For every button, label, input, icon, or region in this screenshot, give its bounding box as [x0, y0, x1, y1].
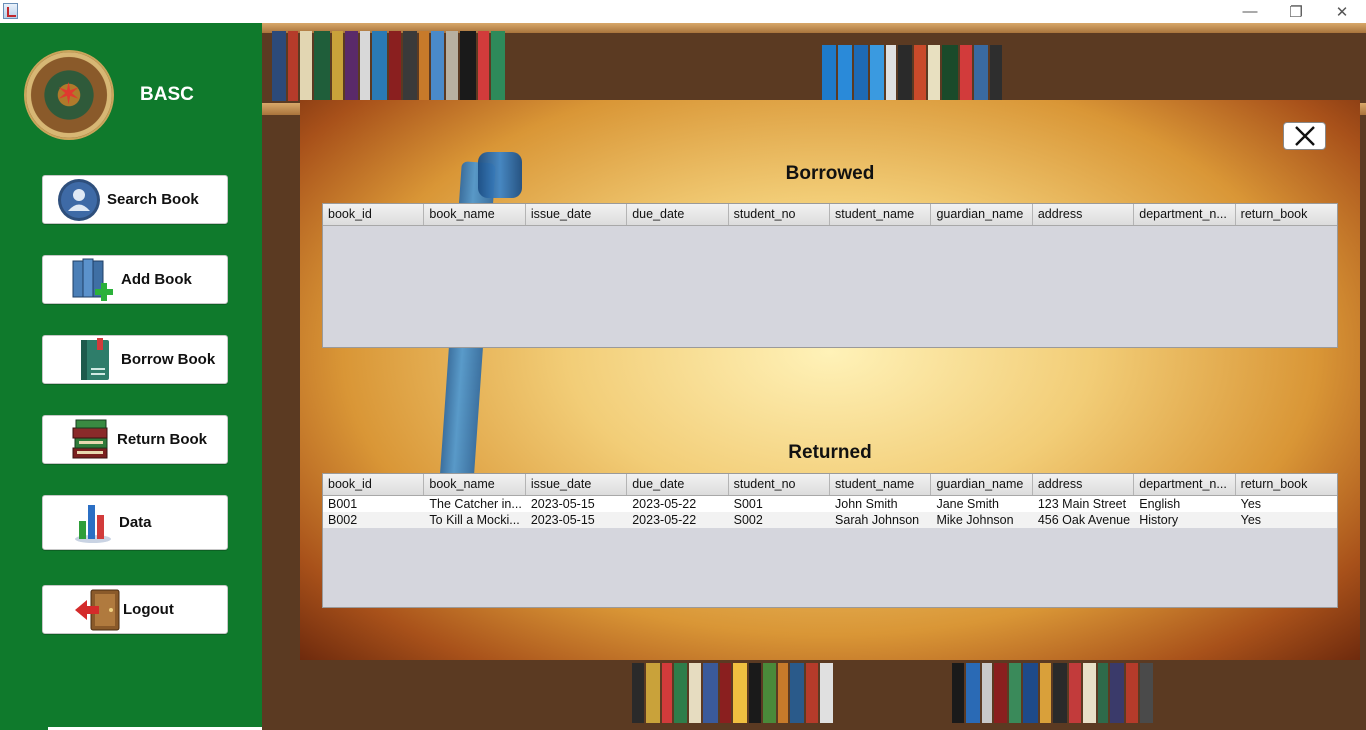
returned-title: Returned [788, 442, 872, 463]
search-book-button[interactable]: Search Book [42, 175, 228, 224]
table-cell: Mike Johnson [936, 513, 1014, 527]
java-app-icon [3, 3, 18, 19]
table-cell: S002 [733, 513, 763, 527]
borrow-book-label: Borrow Book [121, 351, 216, 368]
returned-table-body: B001 The Catcher in... 2023-05-15 2023-05-2… [323, 496, 1337, 528]
column-header[interactable]: issue_date [526, 204, 628, 225]
column-header[interactable]: due_date [627, 474, 729, 495]
add-book-icon [72, 258, 113, 301]
table-row[interactable]: B002 To Kill a Mocki... 2023-05-15 2023-05-… [323, 512, 1337, 528]
column-header[interactable]: guardian_name [931, 474, 1033, 495]
returned-table-header: book_id book_name issue_date due_date studen… [323, 474, 1337, 496]
borrowed-title: Borrowed [785, 163, 875, 184]
user-search-icon [58, 178, 100, 221]
table-cell: To Kill a Mocki... [429, 513, 520, 527]
column-header[interactable]: book_name [424, 474, 526, 495]
column-header[interactable]: student_name [830, 474, 932, 495]
logout-door-icon [75, 589, 120, 630]
table-cell: Yes [1240, 513, 1262, 527]
window-titlebar: — ❐ ✕ [0, 0, 1366, 23]
maximize-button[interactable]: ❐ [1273, 0, 1319, 23]
column-header[interactable]: student_no [729, 474, 831, 495]
add-book-label: Add Book [121, 271, 192, 288]
table-cell: The Catcher in... [429, 497, 522, 511]
column-header[interactable]: issue_date [526, 474, 628, 495]
close-x-icon [1294, 126, 1315, 146]
table-cell: B001 [328, 497, 358, 511]
column-header[interactable]: address [1033, 474, 1135, 495]
book-row-top [272, 31, 505, 101]
column-header[interactable]: book_id [323, 204, 425, 225]
add-book-button[interactable]: Add Book [42, 255, 228, 304]
table-cell: 456 Oak Avenue [1037, 513, 1131, 527]
sidebar: ✶ BASC Search Book Add Book Borrow Book … [0, 23, 262, 730]
table-cell: 2023-05-15 [530, 513, 595, 527]
data-button[interactable]: Data [42, 495, 228, 550]
column-header[interactable]: return_book [1236, 474, 1337, 495]
table-cell: B002 [328, 513, 358, 527]
college-seal-logo: ✶ [24, 50, 114, 140]
returned-table[interactable]: book_id book_name issue_date due_date studen… [322, 473, 1338, 608]
column-header[interactable]: address [1033, 204, 1135, 225]
close-panel-button[interactable] [1283, 122, 1326, 150]
column-header[interactable]: book_name [424, 204, 526, 225]
return-book-button[interactable]: Return Book [42, 415, 228, 464]
borrow-book-icon [81, 337, 109, 380]
column-header[interactable]: student_name [830, 204, 932, 225]
book-row-top-right [822, 45, 1002, 100]
borrowed-table-header: book_id book_name issue_date due_date studen… [323, 204, 1337, 226]
book-row-bottom-right [952, 663, 1153, 723]
column-header[interactable]: return_book [1236, 204, 1337, 225]
window-close-button[interactable]: ✕ [1319, 0, 1365, 23]
table-cell: John Smith [835, 497, 898, 511]
column-header[interactable]: guardian_name [931, 204, 1033, 225]
column-header[interactable]: student_no [729, 204, 831, 225]
column-header[interactable]: book_id [323, 474, 425, 495]
table-cell: History [1139, 513, 1179, 527]
column-header[interactable]: department_n... [1134, 474, 1236, 495]
return-book-icon [72, 419, 108, 458]
table-cell: 2023-05-22 [632, 513, 697, 527]
table-cell: Jane Smith [936, 497, 999, 511]
logout-label: Logout [123, 601, 174, 618]
table-cell: 2023-05-15 [530, 497, 595, 511]
minimize-button[interactable]: — [1227, 0, 1273, 23]
logout-button[interactable]: Logout [42, 585, 228, 634]
bar-chart-icon [75, 504, 111, 543]
table-cell: 2023-05-22 [632, 497, 697, 511]
data-label: Data [119, 514, 152, 531]
return-book-label: Return Book [117, 431, 207, 448]
table-cell: 123 Main Street [1037, 497, 1127, 511]
column-header[interactable]: department_n... [1134, 204, 1236, 225]
search-book-label: Search Book [107, 191, 199, 208]
borrowed-table[interactable]: book_id book_name issue_date due_date studen… [322, 203, 1338, 348]
table-cell: S001 [733, 497, 763, 511]
book-row-bottom [632, 663, 833, 723]
seal-star-icon: ✶ [56, 78, 82, 111]
table-row[interactable]: B001 The Catcher in... 2023-05-15 2023-05-2… [323, 496, 1337, 512]
table-cell: Yes [1240, 497, 1262, 511]
table-cell: Sarah Johnson [835, 513, 920, 527]
records-panel: Borrowed book_id book_name issue_date due_d… [300, 100, 1360, 660]
brand-title: BASC [140, 84, 194, 105]
table-cell: English [1139, 497, 1181, 511]
column-header[interactable]: due_date [627, 204, 729, 225]
borrow-book-button[interactable]: Borrow Book [42, 335, 228, 384]
